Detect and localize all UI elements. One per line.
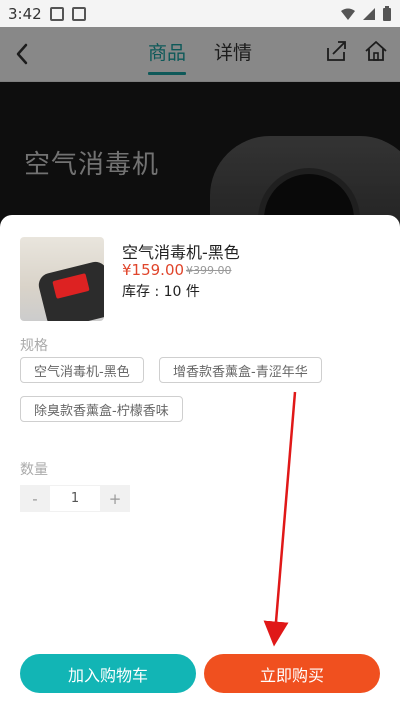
a-icon bbox=[71, 6, 86, 21]
status-time: 3:42 bbox=[8, 4, 42, 23]
tab-bar: 商品 详情 bbox=[147, 38, 252, 75]
spec-option-1[interactable]: 空气消毒机-黑色 bbox=[20, 357, 144, 383]
status-bar: 3:42 bbox=[0, 0, 400, 27]
back-icon bbox=[16, 43, 28, 65]
status-right bbox=[340, 5, 392, 22]
top-app-bar: 商品 详情 bbox=[0, 27, 400, 82]
home-icon[interactable] bbox=[364, 39, 388, 63]
image-icon bbox=[49, 6, 64, 21]
buy-now-button[interactable]: 立即购买 bbox=[204, 654, 380, 693]
product-original-price: ¥399.00 bbox=[186, 264, 232, 277]
product-price: ¥159.00 bbox=[122, 261, 185, 279]
product-thumbnail bbox=[20, 237, 104, 321]
spec-option-3[interactable]: 除臭款香薰盒-柠檬香味 bbox=[20, 396, 183, 422]
tab-product[interactable]: 商品 bbox=[147, 38, 187, 75]
spec-option-2[interactable]: 增香款香薰盒-青涩年华 bbox=[159, 357, 322, 383]
wifi-icon bbox=[341, 8, 355, 20]
product-name: 空气消毒机-黑色 bbox=[122, 243, 240, 262]
sku-bottom-sheet: 空气消毒机-黑色 ¥159.00 ¥399.00 库存 : 10 件 规格 空气… bbox=[0, 215, 400, 711]
quantity-value[interactable]: 1 bbox=[50, 485, 100, 512]
quantity-minus-button[interactable]: - bbox=[20, 485, 50, 512]
add-to-cart-button[interactable]: 加入购物车 bbox=[20, 654, 196, 693]
quantity-label: 数量 bbox=[20, 462, 48, 478]
share-icon[interactable] bbox=[324, 39, 348, 63]
quantity-stepper: - 1 + bbox=[20, 485, 130, 512]
hero-title: 空气消毒机 bbox=[24, 150, 160, 180]
battery-icon bbox=[383, 5, 391, 21]
quantity-plus-button[interactable]: + bbox=[100, 485, 130, 512]
back-button[interactable] bbox=[8, 37, 36, 71]
product-stock: 库存 : 10 件 bbox=[122, 284, 200, 300]
spec-label: 规格 bbox=[20, 338, 48, 354]
tab-details[interactable]: 详情 bbox=[214, 38, 252, 71]
signal-icon bbox=[363, 7, 375, 20]
screen: 3:42 商品 详情 空气消毒机 空气消毒机-黑色 ¥159.00 ¥399.0… bbox=[0, 0, 400, 711]
appbar-actions bbox=[324, 39, 388, 63]
status-left: 3:42 bbox=[8, 5, 86, 23]
